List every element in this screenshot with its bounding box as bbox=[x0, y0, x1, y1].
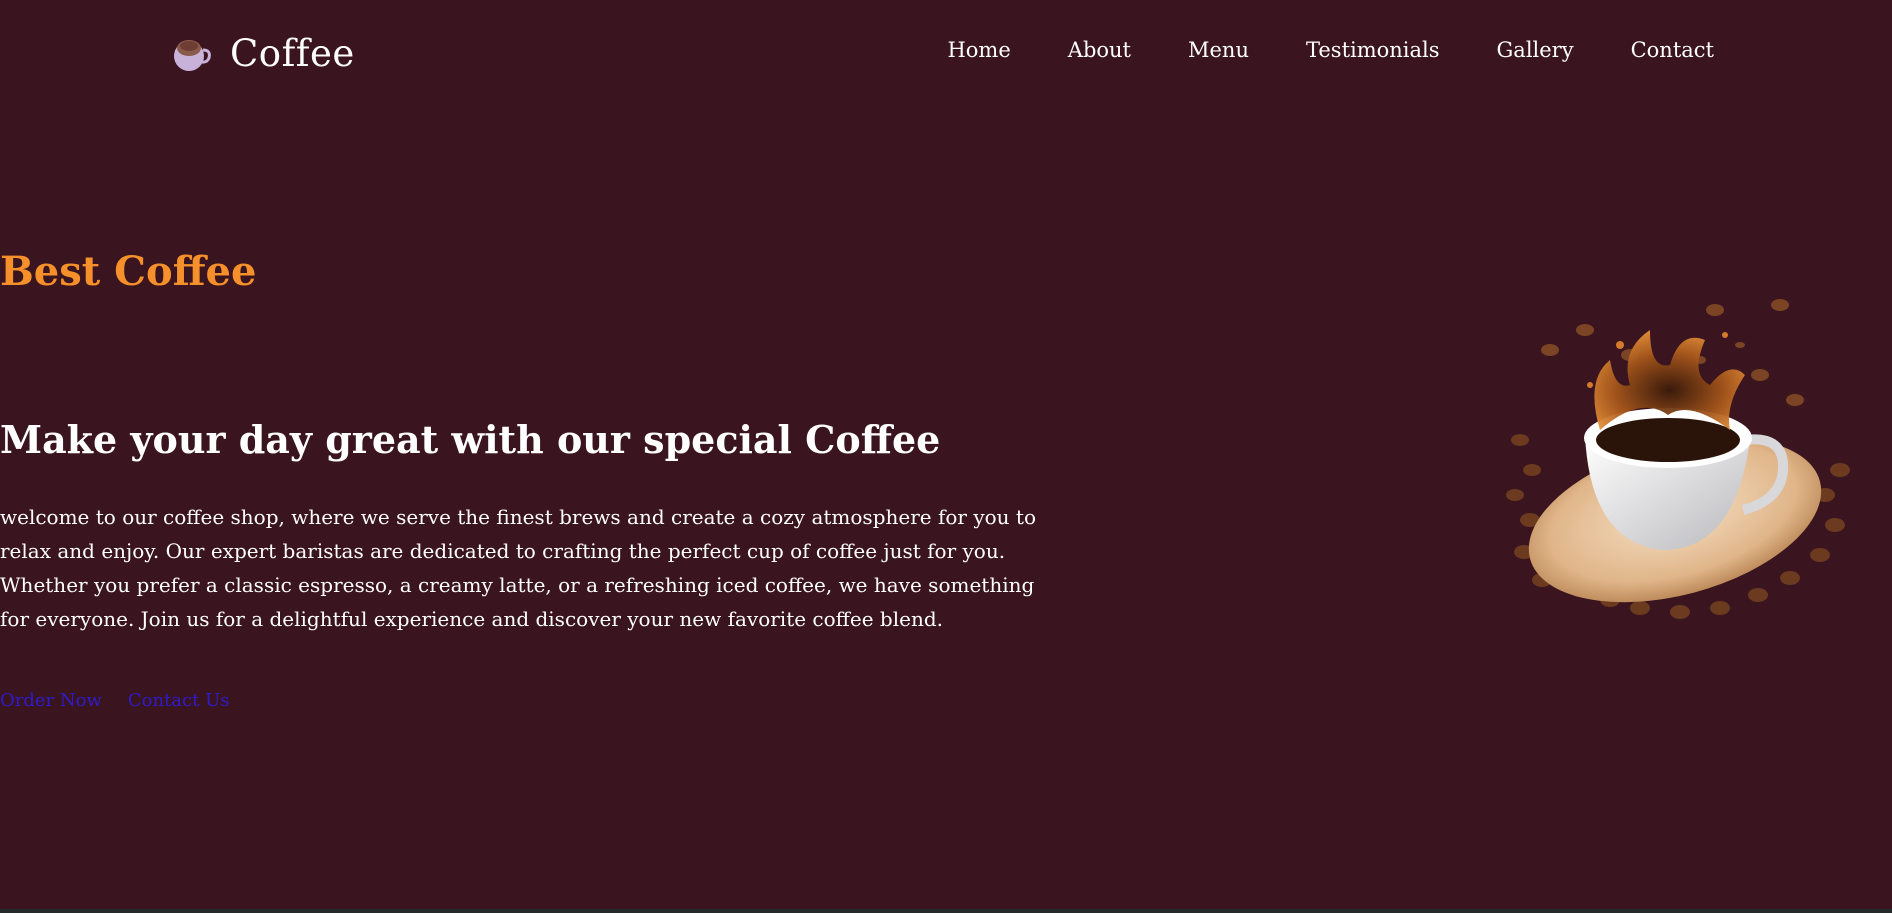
nav-link-menu[interactable]: Menu bbox=[1188, 38, 1249, 62]
nav-link-about[interactable]: About bbox=[1068, 38, 1131, 62]
nav-item-testimonials: Testimonials bbox=[1306, 38, 1440, 62]
nav-item-menu: Menu bbox=[1188, 38, 1249, 62]
main-menu: Home About Menu Testimonials Gallery Con… bbox=[947, 38, 1714, 62]
navbar: Coffee Home About Menu Testimonials Gall… bbox=[0, 0, 1892, 108]
nav-link-home[interactable]: Home bbox=[947, 38, 1010, 62]
bottom-edge-divider bbox=[0, 909, 1892, 913]
contact-us-link[interactable]: Contact Us bbox=[128, 690, 230, 711]
hero-headline: Make your day great with our special Cof… bbox=[0, 417, 941, 462]
hero-eyebrow: Best Coffee bbox=[0, 248, 257, 295]
hero-actions: Order Now Contact Us bbox=[0, 690, 229, 711]
brand-name: Coffee bbox=[230, 31, 355, 75]
coffee-cup-icon bbox=[174, 40, 211, 71]
nav-item-gallery: Gallery bbox=[1497, 38, 1574, 62]
order-now-link[interactable]: Order Now bbox=[0, 690, 102, 711]
brand-logo[interactable]: Coffee bbox=[170, 30, 355, 76]
hero-description: welcome to our coffee shop, where we ser… bbox=[0, 505, 1036, 631]
nav-item-about: About bbox=[1068, 38, 1131, 62]
coffee-splash-image bbox=[1506, 299, 1850, 619]
nav-link-gallery[interactable]: Gallery bbox=[1497, 38, 1574, 62]
nav-link-testimonials[interactable]: Testimonials bbox=[1306, 38, 1440, 62]
nav-item-contact: Contact bbox=[1631, 38, 1714, 62]
nav-link-contact[interactable]: Contact bbox=[1631, 38, 1714, 62]
nav-item-home: Home bbox=[947, 38, 1010, 62]
